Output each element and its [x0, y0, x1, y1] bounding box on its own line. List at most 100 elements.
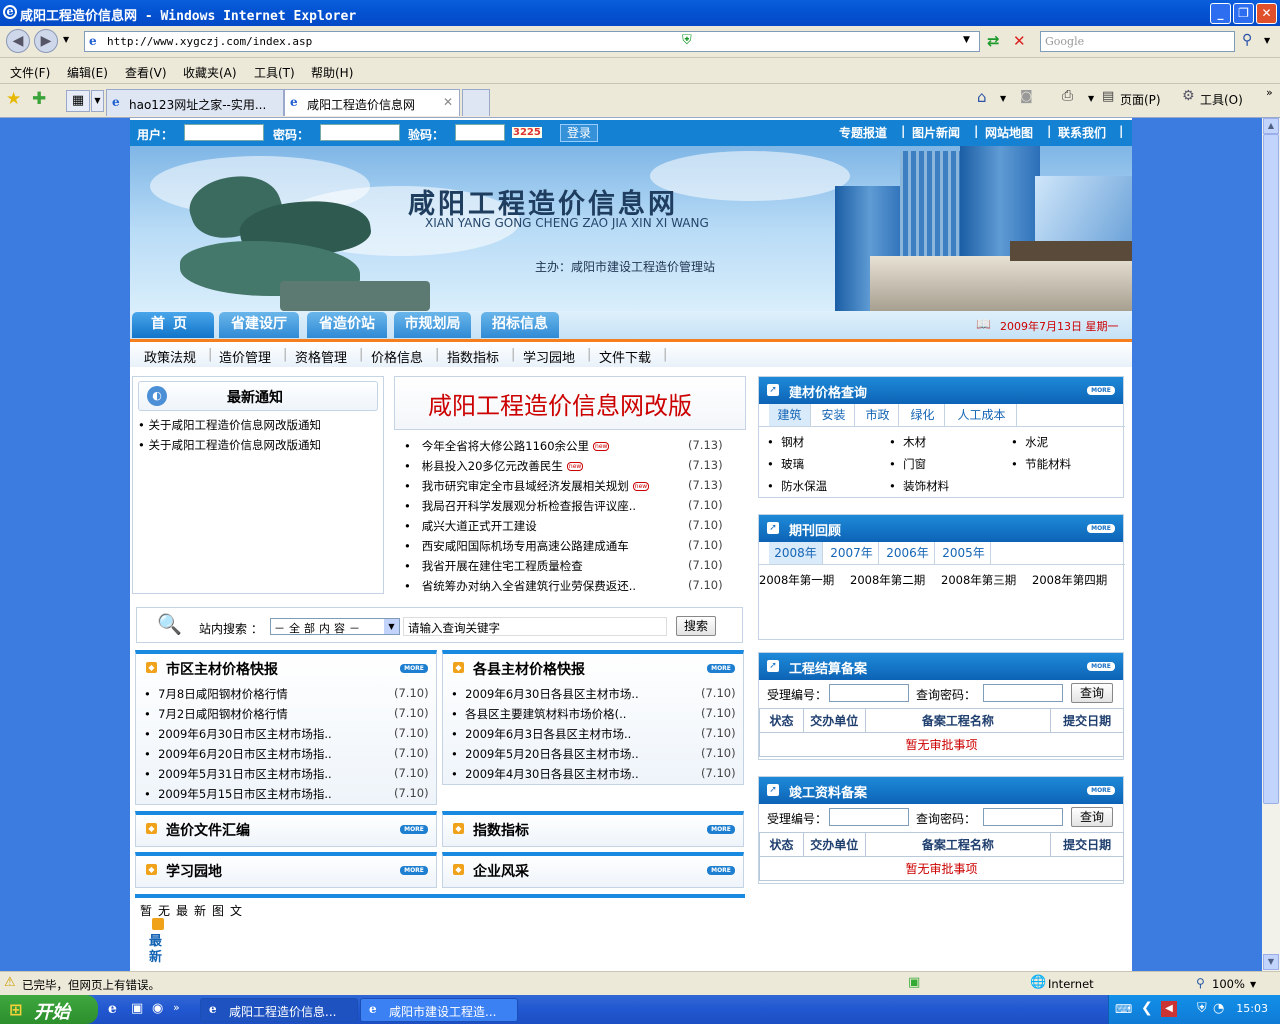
refresh-icon[interactable]: ⇄: [987, 32, 1000, 50]
zoom-dropdown-icon[interactable]: ▼: [1250, 980, 1256, 989]
section-title[interactable]: 造价文件汇编: [166, 820, 250, 840]
tab-greening[interactable]: 绿化: [901, 404, 945, 426]
section-title[interactable]: 学习园地: [166, 861, 222, 881]
zoom-level[interactable]: 100%: [1212, 977, 1245, 991]
print-icon[interactable]: ⎙: [1062, 88, 1073, 104]
toolbar-overflow-icon[interactable]: »: [1266, 86, 1273, 99]
feeds-icon[interactable]: ◙: [1020, 89, 1033, 104]
nav-home[interactable]: 首页: [132, 312, 214, 338]
site-search-button[interactable]: 搜索: [676, 616, 716, 636]
nav-tender-info[interactable]: 招标信息: [481, 312, 559, 338]
username-input[interactable]: [184, 124, 264, 141]
security-shield-icon[interactable]: ⛨: [682, 33, 692, 48]
antivirus-icon[interactable]: ◀: [1161, 1001, 1177, 1017]
search-icon[interactable]: ⚲: [1242, 32, 1252, 48]
tab-labor-cost[interactable]: 人工成本: [947, 404, 1017, 426]
menu-favorites[interactable]: 收藏夹(A): [183, 64, 237, 81]
tray-arrow-icon[interactable]: ❮: [1141, 1000, 1153, 1016]
periodical-item[interactable]: 2008年第一期: [759, 572, 834, 588]
subnav-index[interactable]: 指数指标: [447, 347, 499, 366]
quick-tabs-icon[interactable]: ▦: [66, 90, 90, 112]
price-item[interactable]: • 7月8日咸阳钢材价格行情 (7.10): [144, 686, 429, 702]
material-item[interactable]: • 水泥: [1011, 434, 1048, 450]
material-item[interactable]: • 防水保温: [767, 478, 827, 494]
more-button[interactable]: MORE: [1087, 386, 1115, 395]
minimize-button[interactable]: _: [1210, 3, 1231, 24]
periodical-item[interactable]: 2008年第二期: [850, 572, 925, 588]
subnav-downloads[interactable]: 文件下载: [599, 347, 651, 366]
shield-icon[interactable]: ⛨: [1197, 1001, 1207, 1016]
more-button[interactable]: MORE: [1087, 524, 1115, 533]
headline-item[interactable]: • 西安咸阳国际机场专用高速公路建成通车 (7.10): [404, 538, 723, 554]
periodical-item[interactable]: 2008年第三期: [941, 572, 1016, 588]
new-tab-button[interactable]: [462, 89, 490, 116]
headline-item[interactable]: • 今年全省将大修公路1160余公里 new (7.13): [404, 438, 723, 454]
tab-2006[interactable]: 2006年: [881, 542, 935, 564]
quicklaunch-media-icon[interactable]: ◉: [152, 1001, 163, 1016]
subnav-cost-mgmt[interactable]: 造价管理: [219, 347, 271, 366]
tools-menu[interactable]: 工具(O): [1200, 91, 1243, 108]
material-item[interactable]: • 钢材: [767, 434, 804, 450]
search-input[interactable]: Google: [1040, 31, 1235, 52]
search-options-icon[interactable]: ▼: [1264, 36, 1270, 45]
print-dropdown-icon[interactable]: ▼: [1088, 94, 1094, 103]
material-item[interactable]: • 门窗: [889, 456, 926, 472]
material-item[interactable]: • 节能材料: [1011, 456, 1071, 472]
browser-tab-xygczj[interactable]: e 咸阳工程造价信息网 ✕: [284, 89, 460, 116]
price-item[interactable]: • 2009年5月31日市区主材市场指.. (7.10): [144, 766, 429, 782]
periodical-item[interactable]: 2008年第四期: [1032, 572, 1107, 588]
price-item[interactable]: • 2009年6月20日市区主材市场指.. (7.10): [144, 746, 429, 762]
subnav-study[interactable]: 学习园地: [523, 347, 575, 366]
quicklaunch-overflow-icon[interactable]: »: [173, 1001, 180, 1014]
material-item[interactable]: • 木材: [889, 434, 926, 450]
link-special-reports[interactable]: 专题报道: [839, 124, 887, 141]
keyboard-icon[interactable]: ⌨: [1115, 1002, 1132, 1016]
headline-item[interactable]: • 我市研究审定全市县域经济发展相关规划 new (7.13): [404, 478, 723, 494]
nav-city-planning[interactable]: 市规划局: [394, 312, 471, 338]
subnav-price-info[interactable]: 价格信息: [371, 347, 423, 366]
page-menu-icon[interactable]: ▤: [1102, 89, 1114, 104]
more-button[interactable]: MORE: [400, 866, 428, 875]
headline-item[interactable]: • 我省开展在建住宅工程质量检查 (7.10): [404, 558, 723, 574]
link-sitemap[interactable]: 网站地图: [985, 124, 1033, 141]
section-title[interactable]: 指数指标: [473, 820, 529, 840]
search-scope-select[interactable]: －全部内容－ ▼: [270, 618, 400, 635]
keyword-input[interactable]: 请输入查询关键字: [403, 617, 667, 636]
task-xyjs[interactable]: e 咸阳市建设工程造...: [360, 998, 518, 1022]
start-button[interactable]: ⊞ 开始: [0, 995, 98, 1024]
price-item[interactable]: • 2009年5月20日各县区主材市场.. (7.10): [451, 746, 736, 762]
scroll-down-icon[interactable]: ▼: [1263, 954, 1279, 970]
add-favorite-icon[interactable]: ✚: [32, 89, 46, 109]
material-item[interactable]: • 装饰材料: [889, 478, 949, 494]
tab-2008[interactable]: 2008年: [769, 542, 823, 564]
address-dropdown-icon[interactable]: ▼: [963, 35, 970, 45]
price-item[interactable]: • 2009年5月15日市区主材市场指.. (7.10): [144, 786, 429, 802]
more-button[interactable]: MORE: [400, 825, 428, 834]
maximize-button[interactable]: ❐: [1233, 3, 1254, 24]
menu-tools[interactable]: 工具(T): [254, 64, 295, 81]
stop-icon[interactable]: ✕: [1013, 32, 1026, 50]
page-menu[interactable]: 页面(P): [1120, 91, 1161, 108]
settlement-query-button[interactable]: 查询: [1071, 683, 1113, 703]
more-button[interactable]: MORE: [707, 866, 735, 875]
price-item[interactable]: • 2009年6月30日市区主材市场指.. (7.10): [144, 726, 429, 742]
scrollbar-thumb[interactable]: [1263, 134, 1279, 804]
section-title[interactable]: 企业风采: [473, 861, 529, 881]
scroll-up-icon[interactable]: ▲: [1263, 118, 1279, 134]
settlement-pwd-input[interactable]: [983, 684, 1063, 702]
headline-item[interactable]: • 我局召开科学发展观分析检查报告评议座.. (7.10): [404, 498, 723, 514]
subnav-policy[interactable]: 政策法规: [144, 347, 196, 366]
login-button[interactable]: 登录: [560, 124, 598, 142]
more-button[interactable]: MORE: [707, 664, 735, 673]
headline-item[interactable]: • 省统筹办对纳入全省建筑行业劳保费返还.. (7.10): [404, 578, 723, 594]
close-window-button[interactable]: ✕: [1256, 3, 1277, 24]
subnav-qualification[interactable]: 资格管理: [295, 347, 347, 366]
price-item[interactable]: • 2009年4月30日各县区主材市场.. (7.10): [451, 766, 736, 782]
completion-query-button[interactable]: 查询: [1071, 807, 1113, 827]
settlement-id-input[interactable]: [829, 684, 909, 702]
task-xygczj[interactable]: e 咸阳工程造价信息...: [200, 998, 358, 1022]
password-input[interactable]: [320, 124, 400, 141]
menu-help[interactable]: 帮助(H): [311, 64, 353, 81]
tab-2005[interactable]: 2005年: [937, 542, 991, 564]
vertical-scrollbar[interactable]: ▲ ▼: [1262, 118, 1280, 971]
